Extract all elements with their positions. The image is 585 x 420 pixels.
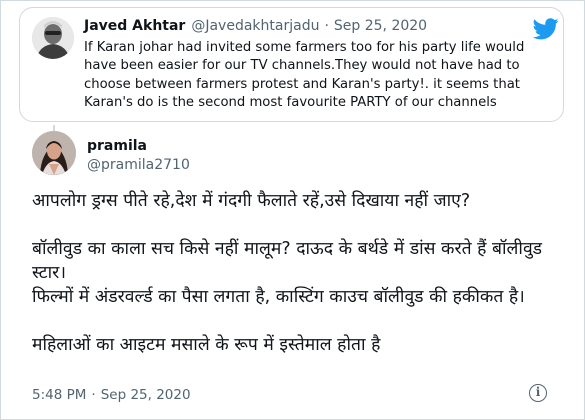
quoted-header: Javed Akhtar @Javedakhtarjadu · Sep 25, 202… <box>84 18 427 34</box>
quoted-author-handle[interactable]: @Javedakhtarjadu <box>191 18 319 34</box>
quoted-text: If Karan johar had invited some farmers … <box>84 40 525 111</box>
author-handle[interactable]: @pramila2710 <box>87 157 190 173</box>
avatar[interactable] <box>32 131 76 175</box>
tweet-text: आपलोग ड्रग्स पीते रहे,देश में गंदगी फैला… <box>32 189 557 357</box>
tweet-card: Javed Akhtar @Javedakhtarjadu · Sep 25, 202… <box>0 0 585 420</box>
author-name[interactable]: pramila <box>87 138 147 154</box>
tweet-timestamp[interactable]: 5:48 PM · Sep 25, 2020 <box>32 387 191 403</box>
quoted-date[interactable]: Sep 25, 2020 <box>334 18 427 34</box>
tweet-date[interactable]: Sep 25, 2020 <box>101 387 191 403</box>
separator-dot: · <box>324 18 329 34</box>
quoted-tweet[interactable]: Javed Akhtar @Javedakhtarjadu · Sep 25, 202… <box>19 7 564 122</box>
info-icon[interactable]: i <box>529 384 547 402</box>
tweet-time[interactable]: 5:48 PM <box>32 387 86 403</box>
tweet-line: आपलोग ड्रग्स पीते रहे,देश में गंदगी फैला… <box>32 191 471 211</box>
quoted-author-name[interactable]: Javed Akhtar <box>84 18 185 34</box>
tweet-line: महिलाओं का आइटम मसाले के रूप में इस्तेमा… <box>32 335 381 355</box>
twitter-bird-icon[interactable] <box>533 18 559 40</box>
tweet-line: फिल्मों में अंडरवर्ल्ड का पैसा लगता है, … <box>32 287 525 307</box>
separator-dot: · <box>91 387 96 403</box>
quoted-avatar[interactable] <box>32 17 74 59</box>
tweet-line: बॉलीवुड का काला सच किसे नहीं मालूम? दाऊद… <box>32 239 543 283</box>
